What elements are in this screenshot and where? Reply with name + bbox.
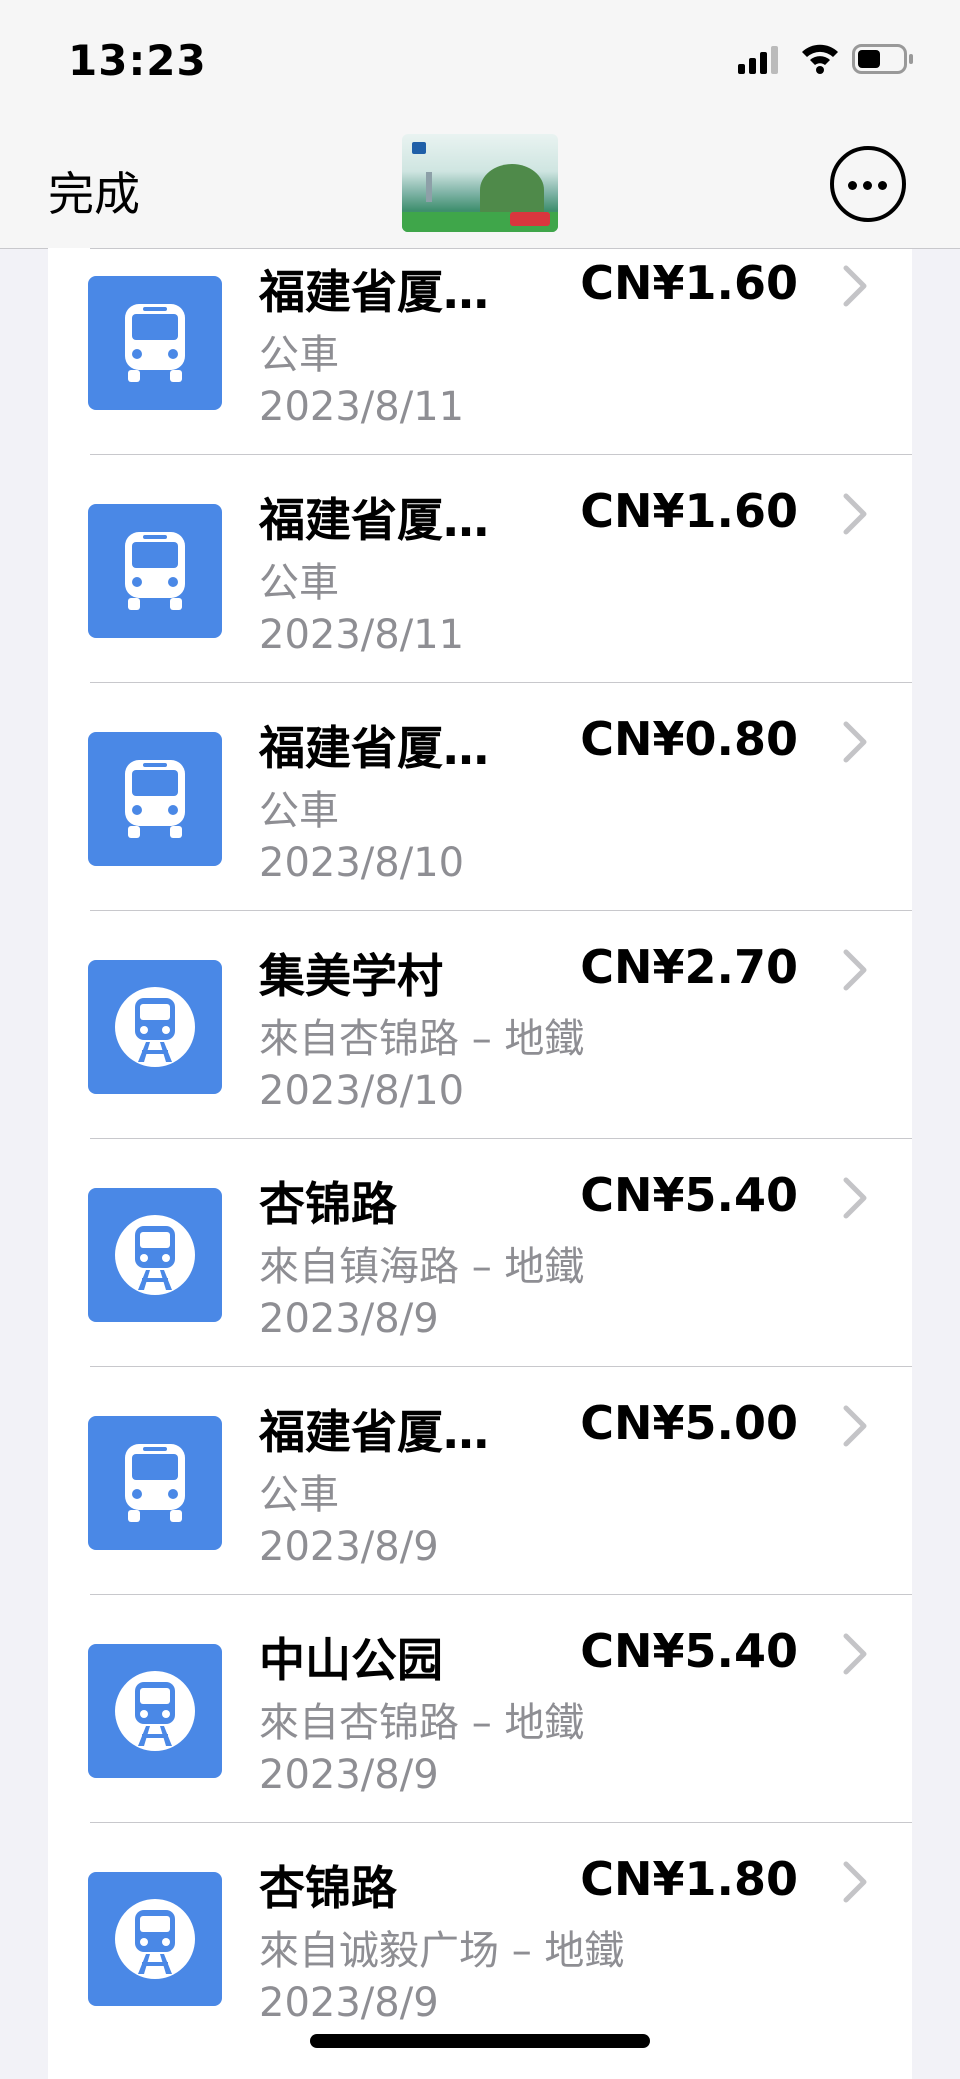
transaction-row[interactable]: 中山公园 CN¥5.40 來自杏锦路 – 地鐵 2023/8/9	[48, 1594, 912, 1822]
transaction-row[interactable]: 福建省厦… CN¥5.00 公車 2023/8/9	[48, 1366, 912, 1594]
transaction-row[interactable]: 集美学村 CN¥2.70 來自杏锦路 – 地鐵 2023/8/10	[48, 910, 912, 1138]
transaction-title: 福建省厦…	[259, 265, 489, 319]
transaction-date: 2023/8/10	[259, 1068, 465, 1114]
transaction-amount: CN¥5.40	[580, 1168, 798, 1222]
transaction-date: 2023/8/9	[259, 1980, 439, 2026]
transaction-subtitle: 公車	[259, 1472, 339, 1518]
transaction-amount: CN¥1.60	[580, 256, 798, 310]
bus-icon	[88, 276, 222, 410]
transaction-date: 2023/8/11	[259, 612, 465, 658]
transaction-amount: CN¥2.70	[580, 940, 798, 994]
chevron-right-icon	[843, 1177, 867, 1219]
chevron-right-icon	[843, 721, 867, 763]
transaction-title: 杏锦路	[259, 1861, 397, 1915]
card-tower-graphic	[426, 172, 432, 202]
transit-card-thumbnail	[402, 134, 558, 232]
transaction-subtitle: 公車	[259, 560, 339, 606]
metro-icon	[88, 1872, 222, 2006]
transaction-date: 2023/8/11	[259, 384, 465, 430]
status-bar: 13:23	[0, 0, 960, 118]
row-separator	[90, 682, 912, 683]
card-unionpay-badge	[510, 212, 550, 226]
transaction-title: 福建省厦…	[259, 1405, 489, 1459]
row-separator	[90, 910, 912, 911]
transaction-date: 2023/8/9	[259, 1524, 439, 1570]
chevron-right-icon	[843, 1861, 867, 1903]
transaction-subtitle: 公車	[259, 788, 339, 834]
row-separator	[90, 1366, 912, 1367]
transaction-row[interactable]: 福建省厦… CN¥1.60 公車 2023/8/11	[48, 454, 912, 682]
transaction-row[interactable]: 福建省厦… CN¥0.80 公車 2023/8/10	[48, 682, 912, 910]
transaction-amount: CN¥5.00	[580, 1396, 798, 1450]
row-separator	[90, 1138, 912, 1139]
metro-icon	[88, 960, 222, 1094]
wifi-icon	[802, 44, 838, 74]
bus-icon	[88, 504, 222, 638]
transaction-subtitle: 公車	[259, 332, 339, 378]
home-indicator	[310, 2034, 650, 2048]
transaction-subtitle: 來自杏锦路 – 地鐵	[259, 1700, 585, 1746]
row-separator	[90, 1822, 912, 1823]
chevron-right-icon	[843, 1633, 867, 1675]
transaction-title: 中山公园	[259, 1633, 443, 1687]
row-separator	[90, 1594, 912, 1595]
bus-icon	[88, 732, 222, 866]
more-options-icon[interactable]	[830, 146, 906, 222]
chevron-right-icon	[843, 949, 867, 991]
metro-icon	[88, 1188, 222, 1322]
chevron-right-icon	[843, 265, 867, 307]
status-time: 13:23	[68, 36, 207, 85]
transaction-title: 杏锦路	[259, 1177, 397, 1231]
transaction-row[interactable]: 杏锦路 CN¥1.80 來自诚毅广场 – 地鐵 2023/8/9	[48, 1822, 912, 2050]
transaction-amount: CN¥5.40	[580, 1624, 798, 1678]
navigation-bar: 完成	[0, 118, 960, 249]
done-button[interactable]: 完成	[48, 158, 140, 224]
card-hill-graphic	[480, 164, 544, 216]
transaction-title: 集美学村	[259, 949, 443, 1003]
transaction-date: 2023/8/10	[259, 840, 465, 886]
transaction-row[interactable]: 福建省厦… CN¥1.60 公車 2023/8/11	[48, 248, 912, 454]
transaction-amount: CN¥0.80	[580, 712, 798, 766]
transaction-subtitle: 來自杏锦路 – 地鐵	[259, 1016, 585, 1062]
transactions-list: 福建省厦… CN¥1.60 公車 2023/8/11 福建省厦… CN¥1.60 公車 20…	[48, 248, 912, 2079]
cellular-signal-icon	[738, 46, 778, 74]
transaction-title: 福建省厦…	[259, 493, 489, 547]
row-separator	[90, 454, 912, 455]
battery-icon	[852, 44, 913, 74]
transaction-date: 2023/8/9	[259, 1752, 439, 1798]
card-logo	[412, 142, 426, 154]
transaction-amount: CN¥1.60	[580, 484, 798, 538]
bus-icon	[88, 1416, 222, 1550]
list-top-separator	[90, 248, 912, 249]
chevron-right-icon	[843, 493, 867, 535]
transaction-row[interactable]: 杏锦路 CN¥5.40 來自镇海路 – 地鐵 2023/8/9	[48, 1138, 912, 1366]
metro-icon	[88, 1644, 222, 1778]
transaction-amount: CN¥1.80	[580, 1852, 798, 1906]
transaction-title: 福建省厦…	[259, 721, 489, 775]
transaction-date: 2023/8/9	[259, 1296, 439, 1342]
transaction-subtitle: 來自诚毅广场 – 地鐵	[259, 1928, 625, 1974]
chevron-right-icon	[843, 1405, 867, 1447]
transaction-subtitle: 來自镇海路 – 地鐵	[259, 1244, 585, 1290]
